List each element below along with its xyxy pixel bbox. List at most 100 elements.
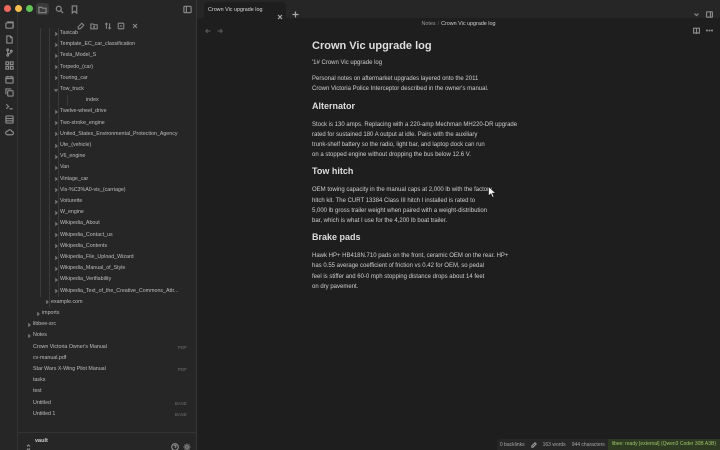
- tree-item-label[interactable]: United_States_Environmental_Protection_A…: [60, 129, 178, 140]
- chevron-right-icon[interactable]: [44, 297, 50, 308]
- breadcrumb-current[interactable]: Crown Vic upgrade log: [441, 21, 495, 27]
- vault-switcher[interactable]: vault: [18, 432, 197, 450]
- file-item[interactable]: cv-manual.pdf: [18, 353, 197, 364]
- vault-name[interactable]: vault: [35, 438, 48, 444]
- chevron-right-icon[interactable]: [53, 207, 59, 218]
- calendar-icon[interactable]: [0, 73, 18, 86]
- tree-item-label[interactable]: V6_engine: [60, 151, 85, 162]
- chevron-right-icon[interactable]: [53, 218, 59, 229]
- chevron-right-icon[interactable]: [26, 330, 32, 341]
- note-heading-line[interactable]: '1# Crown Vic upgrade log: [312, 58, 572, 68]
- folder-item[interactable]: Wikipedia_Contact_us: [18, 230, 197, 241]
- folder-item[interactable]: Ute_(vehicle): [18, 140, 197, 151]
- folder-icon[interactable]: [36, 3, 49, 15]
- chevron-right-icon[interactable]: [53, 140, 59, 151]
- file-item[interactable]: Untitled 1 BASE: [18, 409, 197, 420]
- tree-item-label[interactable]: cv-manual.pdf: [33, 353, 66, 364]
- search-icon[interactable]: [54, 4, 64, 14]
- section-heading-alternator[interactable]: Alternator: [312, 101, 572, 113]
- close-tab-icon[interactable]: [277, 7, 283, 20]
- tree-item-label[interactable]: Two-stroke_engine: [60, 118, 105, 129]
- chevron-updown-icon[interactable]: [26, 438, 32, 450]
- section-body-alternator[interactable]: Stock is 130 amps. Replacing with a 220-…: [312, 120, 572, 161]
- bookmark-icon[interactable]: [69, 4, 79, 14]
- chevron-right-icon[interactable]: [53, 263, 59, 274]
- folder-item[interactable]: Wikipedia_Contents: [18, 241, 197, 252]
- chevron-right-icon[interactable]: [53, 50, 59, 61]
- section-heading-tow-hitch[interactable]: Tow hitch: [312, 166, 572, 178]
- edit-mode-icon[interactable]: [528, 441, 540, 448]
- chevron-right-icon[interactable]: [53, 73, 59, 84]
- tree-item-label[interactable]: Torpedo_(car): [60, 62, 93, 73]
- section-heading-brake-pads[interactable]: Brake pads: [312, 232, 572, 244]
- tree-item-label[interactable]: example.com: [51, 297, 83, 308]
- backlinks-count[interactable]: 0 backlinks: [497, 442, 528, 448]
- tree-item-label[interactable]: Wikipedia_Contact_us: [60, 230, 113, 241]
- chevron-right-icon[interactable]: [53, 28, 59, 39]
- note-intro-paragraph[interactable]: Personal notes on aftermarket upgrades l…: [312, 74, 572, 94]
- tree-item-label[interactable]: Vis-%C3%A0-vis_(carriage): [60, 185, 126, 196]
- tree-item-label[interactable]: Twelve-wheel_drive: [60, 106, 107, 117]
- folder-item[interactable]: United_States_Environmental_Protection_A…: [18, 129, 197, 140]
- chevron-right-icon[interactable]: [53, 118, 59, 129]
- tree-item-label[interactable]: Wikipedia_Manual_of_Style: [60, 263, 125, 274]
- layers-icon[interactable]: [0, 113, 18, 126]
- tree-item-label[interactable]: libbee-src: [33, 319, 56, 330]
- sidebar-toggle-icon[interactable]: [182, 4, 192, 14]
- folder-item[interactable]: Torpedo_(car): [18, 62, 197, 73]
- copy-icon[interactable]: [0, 86, 18, 99]
- folder-item[interactable]: Voiturette: [18, 196, 197, 207]
- folder-item[interactable]: Vis-%C3%A0-vis_(carriage): [18, 185, 197, 196]
- chevron-right-icon[interactable]: [53, 174, 59, 185]
- folder-item[interactable]: W_engine: [18, 207, 197, 218]
- folder-item[interactable]: Tesla_Model_S: [18, 50, 197, 61]
- folder-item[interactable]: imports: [18, 308, 197, 319]
- tree-item-label[interactable]: Wikipedia_Contents: [60, 241, 107, 252]
- chevron-right-icon[interactable]: [35, 308, 41, 319]
- new-tab-icon[interactable]: [292, 5, 299, 18]
- folder-item[interactable]: Template_EC_car_classification: [18, 39, 197, 50]
- tree-item-label[interactable]: imports: [42, 308, 59, 319]
- tree-item-label[interactable]: Voiturette: [60, 196, 82, 207]
- file-item[interactable]: Star Wars X-Wing Pilot Manual PDF: [18, 364, 197, 375]
- tree-item-label[interactable]: Van: [60, 162, 69, 173]
- file-item[interactable]: test: [18, 386, 197, 397]
- tree-item-label[interactable]: Untitled: [33, 398, 51, 409]
- tree-item-label[interactable]: W_engine: [60, 207, 84, 218]
- tab-switcher-icon[interactable]: [0, 19, 18, 32]
- tree-item-label[interactable]: Ute_(vehicle): [60, 140, 91, 151]
- folder-item[interactable]: Wikipedia_Verifiability: [18, 274, 197, 285]
- tree-item-label[interactable]: Wikipedia_About: [60, 218, 100, 229]
- chevron-right-icon[interactable]: [53, 230, 59, 241]
- tab-label[interactable]: Crown Vic upgrade log: [208, 7, 262, 13]
- minimize-window-button[interactable]: [15, 5, 22, 12]
- grid-icon[interactable]: [0, 59, 18, 72]
- note-title[interactable]: Crown Vic upgrade log: [312, 40, 572, 58]
- tree-item-label[interactable]: Star Wars X-Wing Pilot Manual: [33, 364, 106, 375]
- maximize-window-button[interactable]: [26, 5, 33, 12]
- llm-status-badge[interactable]: libee: ready [external] (Qwen3 Coder 30B…: [607, 439, 720, 450]
- folder-item[interactable]: libbee-src: [18, 319, 197, 330]
- chevron-right-icon[interactable]: [53, 162, 59, 173]
- folder-item[interactable]: Tow_truck: [18, 84, 197, 95]
- tree-item-label[interactable]: Crown Victoria Owner's Manual: [33, 342, 107, 353]
- chevron-right-icon[interactable]: [53, 185, 59, 196]
- reading-view-icon[interactable]: [692, 21, 701, 36]
- folder-item[interactable]: Vintage_car: [18, 174, 197, 185]
- tree-item-label[interactable]: Tesla_Model_S: [60, 50, 96, 61]
- tree-item-label[interactable]: Wikipedia_Text_of_the_Creative_Commons_A…: [60, 286, 178, 297]
- folder-item[interactable]: Taxicab: [18, 28, 197, 39]
- tree-item-label[interactable]: Wikipedia_Verifiability: [60, 274, 111, 285]
- chevron-right-icon[interactable]: [53, 241, 59, 252]
- tree-item-label[interactable]: Vintage_car: [60, 174, 88, 185]
- folder-item[interactable]: Wikipedia_About: [18, 218, 197, 229]
- tree-item-label[interactable]: Tow_truck: [60, 84, 84, 95]
- chevron-right-icon[interactable]: [53, 106, 59, 117]
- tree-item-label[interactable]: Taxicab: [60, 28, 78, 39]
- chevron-right-icon[interactable]: [53, 151, 59, 162]
- tree-item-label[interactable]: tasks: [33, 375, 45, 386]
- right-sidebar-toggle-icon[interactable]: [705, 5, 714, 18]
- note-content[interactable]: Crown Vic upgrade log '1# Crown Vic upgr…: [312, 40, 572, 298]
- git-branch-icon[interactable]: [0, 46, 18, 59]
- chevron-right-icon[interactable]: [53, 39, 59, 50]
